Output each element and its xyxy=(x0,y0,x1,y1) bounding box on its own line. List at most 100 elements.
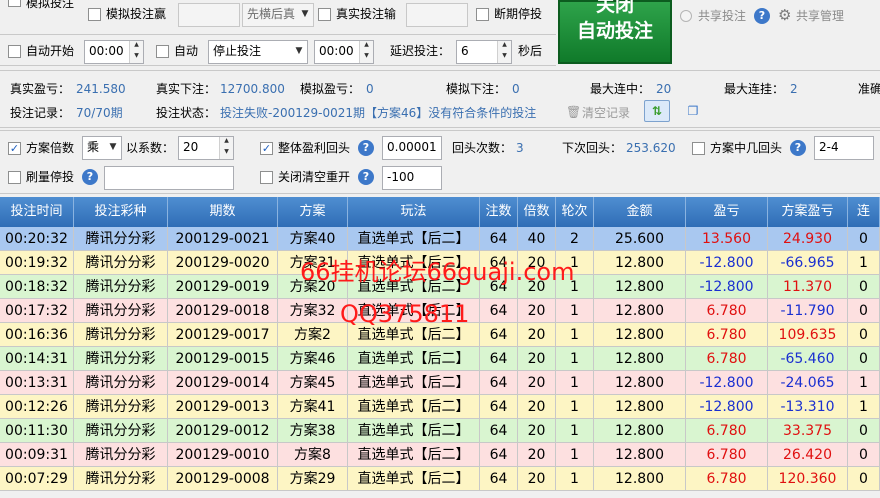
table-row[interactable]: 00:13:31 腾讯分分彩 200129-0014 方案45 直选单式【后二】 64 20… xyxy=(0,371,880,395)
flush-stop-checkbox[interactable] xyxy=(8,171,21,184)
table-cell: 1 xyxy=(848,371,880,394)
table-row[interactable]: 00:12:26 腾讯分分彩 200129-0013 方案41 直选单式【后二】 64 20… xyxy=(0,395,880,419)
sim-bet-checkbox[interactable] xyxy=(8,0,21,7)
column-header[interactable]: 方案 xyxy=(278,197,348,227)
column-header[interactable]: 期数 xyxy=(168,197,278,227)
column-header[interactable]: 投注彩种 xyxy=(74,197,168,227)
break-stop-checkbox[interactable] xyxy=(476,8,489,21)
coef-input[interactable]: 20 ▲ ▼ xyxy=(178,136,234,160)
table-cell: 00:20:32 xyxy=(0,227,74,250)
table-cell: 直选单式【后二】 xyxy=(348,227,480,250)
auto-start-checkbox[interactable] xyxy=(8,45,21,58)
real-loss-checkbox[interactable] xyxy=(318,8,331,21)
table-cell: 12.800 xyxy=(594,467,686,490)
table-cell: 1 xyxy=(556,323,594,346)
table-cell: 12.800 xyxy=(594,443,686,466)
table-cell: 64 xyxy=(480,347,518,370)
close-auto-bet-button[interactable]: 关闭 自动投注 xyxy=(558,0,672,64)
table-cell: 6.780 xyxy=(686,443,768,466)
table-cell: 12.800 xyxy=(594,299,686,322)
table-cell: 64 xyxy=(480,467,518,490)
help-icon[interactable]: ? xyxy=(790,140,806,156)
column-header[interactable]: 投注时间 xyxy=(0,197,74,227)
sim-win-checkbox[interactable] xyxy=(88,8,101,21)
table-cell: -12.800 xyxy=(686,371,768,394)
spinner[interactable]: ▲ ▼ xyxy=(497,41,511,63)
close-empty-input[interactable]: -100 xyxy=(382,166,442,190)
next-back-value: 253.620 xyxy=(626,141,676,155)
table-cell: 200129-0008 xyxy=(168,467,278,490)
column-header[interactable]: 连 xyxy=(848,197,880,227)
accuracy-label: 准确 xyxy=(858,82,880,96)
table-cell: 0 xyxy=(848,299,880,322)
share-manage-label[interactable]: 共享管理 xyxy=(796,8,844,24)
chevron-down-icon: ▼ xyxy=(295,46,303,56)
table-cell: 00:09:31 xyxy=(0,443,74,466)
spinner[interactable]: ▲ ▼ xyxy=(359,41,373,63)
auto-start-label: 自动开始 xyxy=(26,44,75,58)
table-row[interactable]: 00:09:31 腾讯分分彩 200129-0010 方案8 直选单式【后二】 64 20 1… xyxy=(0,443,880,467)
column-header[interactable]: 金额 xyxy=(594,197,686,227)
record-label: 投注记录： xyxy=(10,106,71,120)
overall-checkbox[interactable]: ✓ xyxy=(260,142,273,155)
auto-time[interactable]: 00:00 ▲ ▼ xyxy=(314,40,374,64)
auto-checkbox[interactable] xyxy=(156,45,169,58)
table-cell: -13.310 xyxy=(768,395,848,418)
delay-label: 延迟投注： xyxy=(390,44,451,58)
overall-input[interactable]: 0.00001 xyxy=(382,136,442,160)
share-radio[interactable] xyxy=(680,10,692,22)
flush-stop-input[interactable] xyxy=(104,166,234,190)
column-header[interactable]: 盈亏 xyxy=(686,197,768,227)
plan-hit-input[interactable]: 2-4 xyxy=(814,136,874,160)
real-loss-input[interactable] xyxy=(406,3,468,27)
column-header[interactable]: 注数 xyxy=(480,197,518,227)
table-row[interactable]: 00:07:29 腾讯分分彩 200129-0008 方案29 直选单式【后二】 64 20… xyxy=(0,467,880,491)
table-cell: 方案41 xyxy=(278,395,348,418)
clear-records-button[interactable]: 清空记录 xyxy=(582,105,630,121)
spinner[interactable]: ▲ ▼ xyxy=(129,41,143,63)
auto-action-select[interactable]: 停止投注 ▼ xyxy=(208,40,308,64)
table-row[interactable]: 00:14:31 腾讯分分彩 200129-0015 方案46 直选单式【后二】 64 20… xyxy=(0,347,880,371)
trash-icon[interactable]: 🗑 xyxy=(566,104,581,120)
help-icon[interactable]: ? xyxy=(82,169,98,185)
column-header[interactable]: 方案盈亏 xyxy=(768,197,848,227)
order-select[interactable]: 先横后真 ▼ xyxy=(242,3,314,27)
table-cell: 33.375 xyxy=(768,419,848,442)
sim-win-input[interactable] xyxy=(178,3,240,27)
gear-icon[interactable]: ⚙ xyxy=(778,7,791,23)
next-back-label: 下次回头： xyxy=(562,141,623,155)
table-row[interactable]: 00:20:32 腾讯分分彩 200129-0021 方案40 直选单式【后二】 64 40… xyxy=(0,227,880,251)
table-cell: -12.800 xyxy=(686,251,768,274)
bet-table: 投注时间 投注彩种 期数 方案 玩法 注数 倍数 轮次 金额 盈亏 方案盈亏连 00:20:32 腾讯… xyxy=(0,197,880,491)
op-select[interactable]: 乘 ▼ xyxy=(82,136,122,160)
spinner[interactable]: ▲ ▼ xyxy=(219,137,233,159)
help-icon[interactable]: ? xyxy=(754,8,770,24)
table-cell: 00:16:36 xyxy=(0,323,74,346)
flush-stop-label: 刷量停投 xyxy=(26,170,75,184)
table-cell: 1 xyxy=(556,371,594,394)
chevron-down-icon: ▼ xyxy=(301,9,309,19)
stats-panel: 真实盈亏： 241.580 真实下注： 12700.800 模拟盈亏： 0 模拟… xyxy=(0,70,880,128)
table-cell: 200129-0017 xyxy=(168,323,278,346)
help-icon[interactable]: ? xyxy=(358,169,374,185)
table-row[interactable]: 00:11:30 腾讯分分彩 200129-0012 方案38 直选单式【后二】 64 20… xyxy=(0,419,880,443)
window-icon[interactable]: ❐ xyxy=(680,100,706,122)
table-cell: 200129-0013 xyxy=(168,395,278,418)
arrow-up-down-icon[interactable]: ⇅ xyxy=(644,100,670,122)
multiplier-checkbox[interactable]: ✓ xyxy=(8,142,21,155)
column-header[interactable]: 玩法 xyxy=(348,197,480,227)
plan-hit-checkbox[interactable] xyxy=(692,142,705,155)
column-header[interactable]: 轮次 xyxy=(556,197,594,227)
help-icon[interactable]: ? xyxy=(358,140,374,156)
table-cell: 64 xyxy=(480,299,518,322)
close-empty-checkbox[interactable] xyxy=(260,171,273,184)
table-cell: 腾讯分分彩 xyxy=(74,323,168,346)
auto-start-time[interactable]: 00:00 ▲ ▼ xyxy=(84,40,144,64)
coef-label: 以系数： xyxy=(126,141,175,155)
status-label: 投注状态： xyxy=(156,106,217,120)
real-bet-label: 真实下注： xyxy=(156,82,217,96)
delay-input[interactable]: 6 ▲ ▼ xyxy=(456,40,512,64)
record-value: 70/70期 xyxy=(76,106,123,120)
table-cell: -66.965 xyxy=(768,251,848,274)
column-header[interactable]: 倍数 xyxy=(518,197,556,227)
